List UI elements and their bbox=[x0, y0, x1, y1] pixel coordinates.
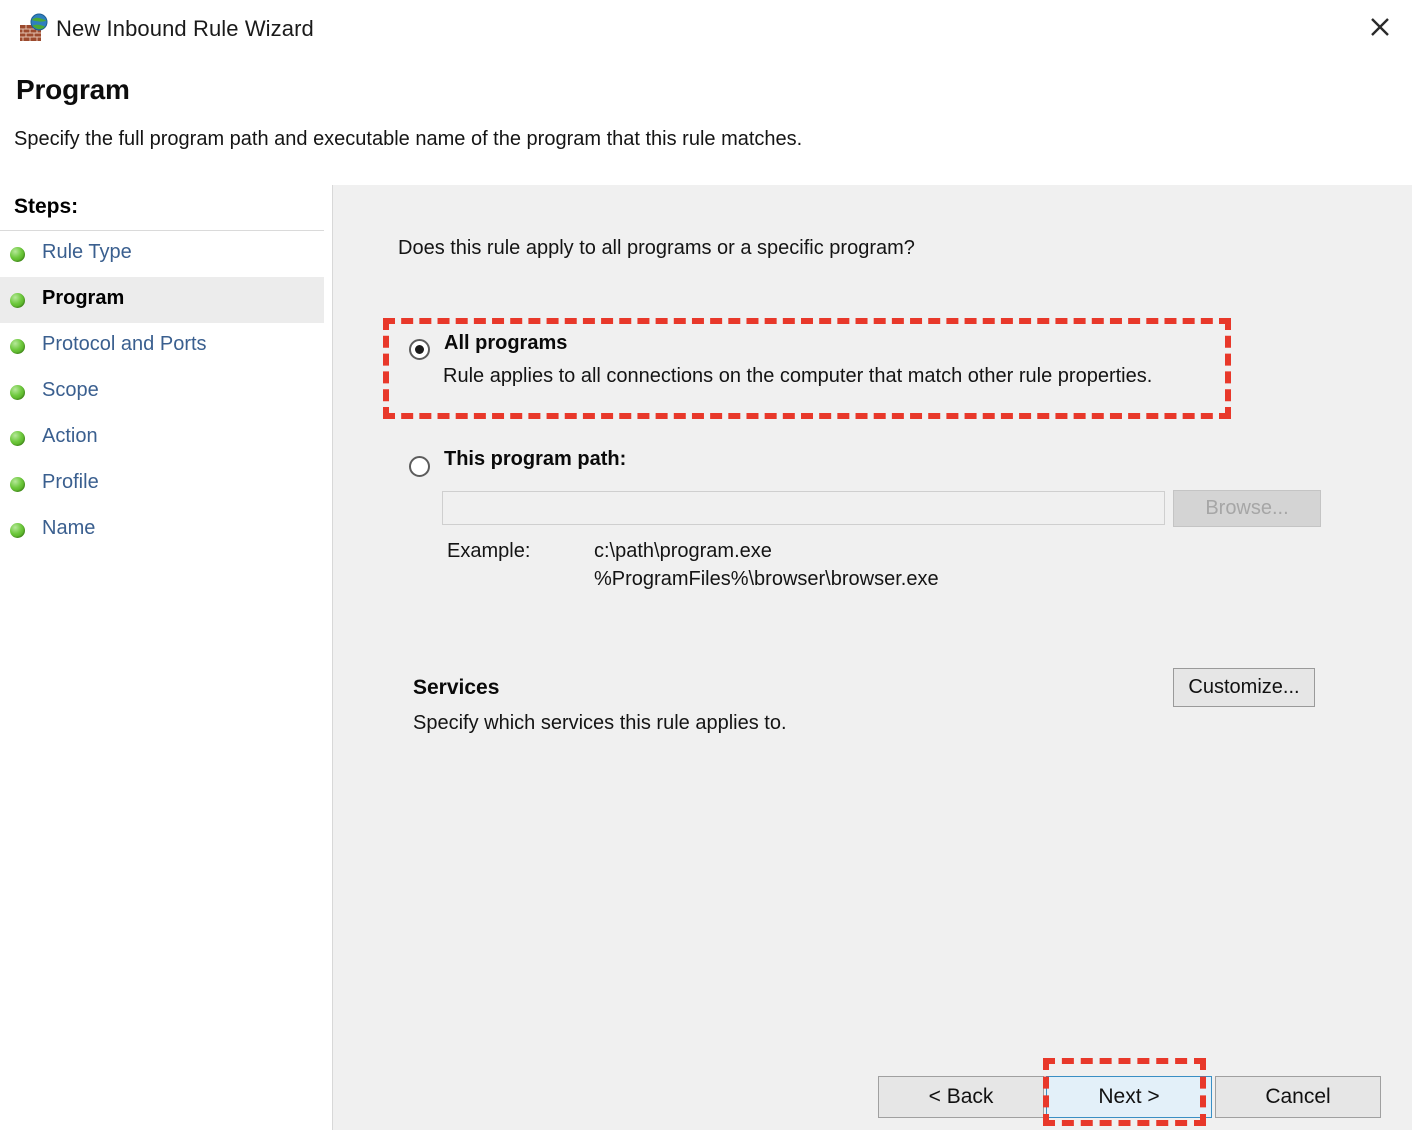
radio-all-programs-label[interactable]: All programs bbox=[444, 332, 567, 355]
customize-button[interactable]: Customize... bbox=[1173, 668, 1315, 707]
page-subtitle: Specify the full program path and execut… bbox=[14, 128, 803, 150]
question-text: Does this rule apply to all programs or … bbox=[398, 237, 915, 259]
back-button[interactable]: < Back bbox=[878, 1076, 1044, 1118]
services-title: Services bbox=[413, 676, 500, 699]
cancel-button[interactable]: Cancel bbox=[1215, 1076, 1381, 1118]
steps-sidebar: Steps: Rule Type Program Protocol and Po… bbox=[0, 185, 333, 1130]
sidebar-item-name[interactable]: Name bbox=[0, 507, 324, 553]
sidebar-item-label: Scope bbox=[42, 379, 99, 401]
step-bullet-icon bbox=[10, 431, 25, 446]
sidebar-item-label: Name bbox=[42, 517, 96, 539]
step-bullet-icon bbox=[10, 339, 25, 354]
next-button[interactable]: Next > bbox=[1046, 1076, 1212, 1118]
example-path-2: %ProgramFiles%\browser\browser.exe bbox=[594, 568, 939, 590]
radio-this-program-path[interactable] bbox=[409, 456, 430, 477]
step-bullet-icon bbox=[10, 523, 25, 538]
services-description: Specify which services this rule applies… bbox=[413, 712, 787, 734]
sidebar-item-action[interactable]: Action bbox=[0, 415, 324, 461]
page-header: Program Specify the full program path an… bbox=[0, 58, 1412, 185]
step-bullet-icon bbox=[10, 247, 25, 262]
example-path-1: c:\path\program.exe bbox=[594, 540, 772, 562]
step-bullet-icon bbox=[10, 477, 25, 492]
steps-heading: Steps: bbox=[0, 185, 324, 231]
sidebar-item-program[interactable]: Program bbox=[0, 277, 324, 323]
firewall-globe-icon bbox=[18, 13, 50, 45]
step-bullet-icon bbox=[10, 293, 25, 308]
sidebar-item-label: Action bbox=[42, 425, 98, 447]
radio-all-programs-description: Rule applies to all connections on the c… bbox=[443, 365, 1153, 387]
page-title: Program bbox=[16, 74, 130, 105]
sidebar-item-rule-type[interactable]: Rule Type bbox=[0, 231, 324, 277]
sidebar-item-scope[interactable]: Scope bbox=[0, 369, 324, 415]
dialog-button-bar: < Back Next > Cancel bbox=[333, 1040, 1412, 1130]
close-icon[interactable] bbox=[1348, 0, 1412, 54]
sidebar-item-label: Protocol and Ports bbox=[42, 333, 207, 355]
sidebar-item-label: Profile bbox=[42, 471, 99, 493]
radio-all-programs[interactable] bbox=[409, 339, 430, 360]
window-title: New Inbound Rule Wizard bbox=[56, 16, 314, 41]
steps-heading-label: Steps: bbox=[14, 195, 79, 218]
browse-button[interactable]: Browse... bbox=[1173, 490, 1321, 527]
radio-selected-dot bbox=[415, 345, 424, 354]
radio-this-program-path-label[interactable]: This program path: bbox=[444, 448, 626, 471]
sidebar-item-label: Rule Type bbox=[42, 241, 132, 263]
step-bullet-icon bbox=[10, 385, 25, 400]
sidebar-item-profile[interactable]: Profile bbox=[0, 461, 324, 507]
sidebar-item-protocol-and-ports[interactable]: Protocol and Ports bbox=[0, 323, 324, 369]
title-bar: New Inbound Rule Wizard bbox=[0, 0, 1412, 58]
content-panel: Does this rule apply to all programs or … bbox=[333, 185, 1412, 1130]
sidebar-item-label: Program bbox=[42, 287, 125, 309]
program-path-input[interactable] bbox=[442, 491, 1165, 525]
example-label: Example: bbox=[447, 540, 531, 562]
